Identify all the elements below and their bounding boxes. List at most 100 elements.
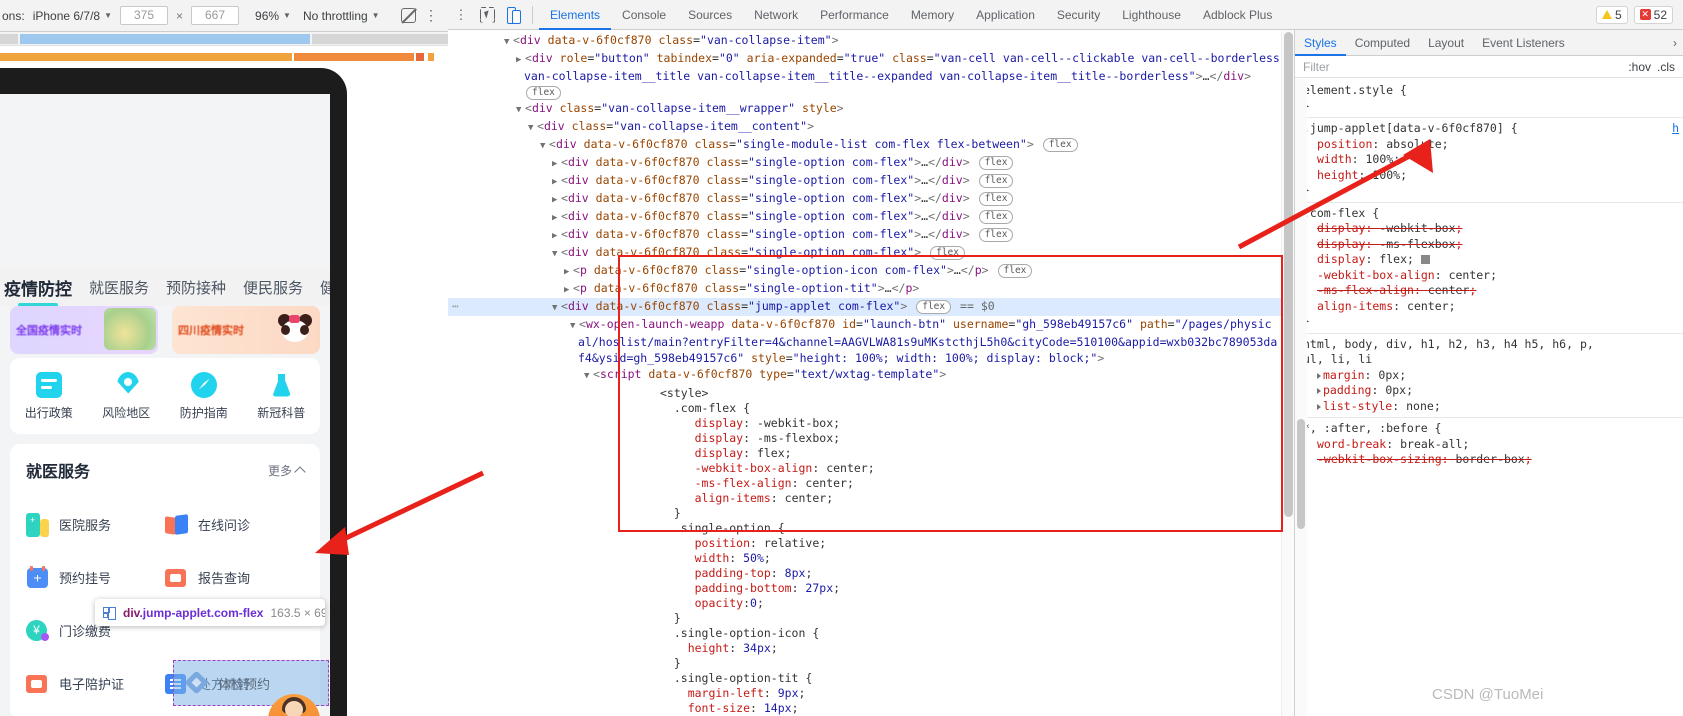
quick-link-covid-science[interactable]: 新冠科普 xyxy=(243,372,321,421)
scrollbar-thumb[interactable] xyxy=(1284,32,1293,517)
nav-tab-medical[interactable]: 就医服务 xyxy=(89,277,149,298)
styles-panel-scrollbar[interactable] xyxy=(1295,79,1307,716)
banner-national-epidemic[interactable]: 全国疫情实时 xyxy=(10,306,158,354)
error-counter[interactable]: ✕ 52 xyxy=(1633,5,1673,24)
dom-node[interactable]: ▶ <div data-v-6f0cf870 class="single-opti… xyxy=(448,154,1294,172)
dom-node[interactable]: ▶ <div data-v-6f0cf870 class="single-opti… xyxy=(448,226,1294,244)
dom-node[interactable]: ▼ <div data-v-6f0cf870 class="single-opti… xyxy=(448,244,1294,262)
dom-node[interactable]: ▶ <div data-v-6f0cf870 class="single-opti… xyxy=(448,172,1294,190)
flex-badge[interactable]: flex xyxy=(978,210,1014,224)
warning-counter[interactable]: 5 xyxy=(1595,5,1628,24)
device-toolbar-menu-icon[interactable]: ⋮ xyxy=(424,7,438,24)
expand-icon[interactable] xyxy=(1317,372,1321,379)
style-rule-element-style[interactable]: element.style { } xyxy=(1303,83,1683,114)
prop-value[interactable]: flex xyxy=(1379,252,1407,266)
nav-tab-health[interactable]: 健康 xyxy=(320,277,330,298)
throttling-select[interactable]: No throttling ▼ xyxy=(303,9,380,23)
prop-value[interactable]: 0px xyxy=(1378,368,1399,382)
prop-value[interactable]: center xyxy=(1449,268,1491,282)
tab-event-listeners[interactable]: Event Listeners xyxy=(1473,30,1574,56)
tab-console[interactable]: Console xyxy=(611,0,677,30)
dom-node[interactable]: ▼ <div data-v-6f0cf870 class="single-modu… xyxy=(448,136,1294,154)
tab-computed[interactable]: Computed xyxy=(1346,30,1419,56)
prop-value[interactable]: 100% xyxy=(1372,168,1400,182)
flex-badge[interactable]: flex xyxy=(916,300,952,314)
rotate-icon[interactable] xyxy=(400,7,417,24)
expand-icon[interactable] xyxy=(1317,388,1321,394)
tab-network[interactable]: Network xyxy=(743,0,809,30)
prop-name[interactable]: align-items xyxy=(1317,299,1393,313)
dom-node[interactable]: ▼ <div class="van-collapse-item__wrapper"… xyxy=(448,100,1294,118)
flex-badge[interactable]: flex xyxy=(978,228,1014,242)
prop-value[interactable]: 0px xyxy=(1385,383,1406,397)
dom-node[interactable]: ▼ <wx-open-launch-weapp data-v-6f0cf870 i… xyxy=(448,316,1294,334)
medical-card-more-button[interactable]: 更多 xyxy=(268,462,306,479)
prop-name[interactable]: padding xyxy=(1323,383,1371,397)
flex-badge[interactable]: flex xyxy=(930,246,965,260)
zoom-select[interactable]: 96% ▼ xyxy=(255,9,291,23)
banner-sichuan-epidemic[interactable]: 四川疫情实时 xyxy=(172,306,320,354)
device-width-input[interactable]: 375 xyxy=(120,6,168,25)
inspect-element-icon[interactable] xyxy=(476,4,498,26)
scrollbar-thumb[interactable] xyxy=(1297,419,1305,529)
styles-rules-list[interactable]: element.style { } .jump-applet[data-v-6f… xyxy=(1295,79,1683,716)
prop-value[interactable]: none xyxy=(1406,399,1434,413)
prop-name[interactable]: -webkit-box-align xyxy=(1317,268,1435,282)
hov-toggle[interactable]: :hov xyxy=(1628,60,1657,74)
prop-value[interactable]: absolute xyxy=(1386,137,1441,151)
tab-adblock-plus[interactable]: Adblock Plus xyxy=(1192,0,1283,30)
prop-value[interactable]: break-all xyxy=(1400,437,1462,451)
nav-tab-vaccine[interactable]: 预防接种 xyxy=(166,277,226,298)
dom-tree-panel[interactable]: ▼ <div data-v-6f0cf870 class="van-collaps… xyxy=(448,30,1294,716)
styles-filter-input[interactable]: Filter xyxy=(1303,60,1330,74)
cls-toggle[interactable]: .cls xyxy=(1657,60,1683,74)
dom-node[interactable]: ▼ <div data-v-6f0cf870 class="van-collaps… xyxy=(448,32,1294,50)
prop-name[interactable]: list-style xyxy=(1323,399,1392,413)
tab-elements[interactable]: Elements xyxy=(539,0,611,30)
prop-name[interactable]: height xyxy=(1317,168,1359,182)
flex-badge[interactable]: flex xyxy=(978,174,1014,188)
toggle-device-toolbar-icon[interactable] xyxy=(502,4,524,26)
quick-link-risk-area[interactable]: 风险地区 xyxy=(88,372,166,421)
service-appointment[interactable]: 预约挂号 xyxy=(26,551,165,604)
prop-name[interactable]: word-break xyxy=(1317,437,1386,451)
dom-node[interactable]: ▼ <div class="van-collapse-item__content"… xyxy=(448,118,1294,136)
dom-panel-scrollbar[interactable] xyxy=(1281,30,1294,716)
tab-layout[interactable]: Layout xyxy=(1419,30,1473,56)
prop-name[interactable]: margin xyxy=(1323,368,1365,382)
dom-node[interactable]: ▶ <div data-v-6f0cf870 class="single-opti… xyxy=(448,190,1294,208)
flex-badge[interactable]: flex xyxy=(997,264,1033,278)
dom-node[interactable]: ▶ <div role="button" tabindex="0" aria-ex… xyxy=(448,50,1294,68)
nav-tab-epidemic[interactable]: 疫情防控 xyxy=(4,275,72,306)
device-height-input[interactable]: 667 xyxy=(191,6,240,25)
tab-lighthouse[interactable]: Lighthouse xyxy=(1111,0,1192,30)
device-select[interactable]: iPhone 6/7/8 ▼ xyxy=(33,9,112,23)
chevron-right-icon[interactable]: › xyxy=(1673,36,1683,50)
service-report-query[interactable]: 报告查询 xyxy=(165,551,304,604)
prop-name[interactable]: display xyxy=(1317,252,1365,266)
nav-tab-convenience[interactable]: 便民服务 xyxy=(243,277,303,298)
tab-application[interactable]: Application xyxy=(965,0,1046,30)
service-hospital[interactable]: + 医院服务 xyxy=(26,498,165,551)
flex-badge[interactable]: flex xyxy=(526,86,561,100)
prop-name[interactable]: position xyxy=(1317,137,1372,151)
prop-value[interactable]: center xyxy=(1407,299,1449,313)
flex-badge[interactable]: flex xyxy=(1042,138,1078,152)
tab-security[interactable]: Security xyxy=(1046,0,1111,30)
tab-styles[interactable]: Styles xyxy=(1295,30,1346,56)
tab-memory[interactable]: Memory xyxy=(900,0,965,30)
style-rule-com-flex[interactable]: .com-flex { display: -webkit-box; displa… xyxy=(1303,206,1683,330)
prop-value[interactable]: 100% xyxy=(1365,152,1393,166)
more-vertical-icon[interactable]: ⋮ xyxy=(448,7,474,23)
style-rule-jump-applet[interactable]: .jump-applet[data-v-6f0cf870] {h positio… xyxy=(1303,121,1683,199)
dom-node-selected[interactable]: ⋯ ▼ <div data-v-6f0cf870 class="jump-apple… xyxy=(448,298,1294,316)
style-rule-reset[interactable]: html, body, div, h1, h2, h3, h4 h5, h6, … xyxy=(1303,337,1683,415)
tab-performance[interactable]: Performance xyxy=(809,0,900,30)
expand-icon[interactable] xyxy=(1317,403,1321,410)
tab-sources[interactable]: Sources xyxy=(677,0,743,30)
dom-node[interactable]: ▶ <div data-v-6f0cf870 class="single-opti… xyxy=(448,208,1294,226)
rule-source-link[interactable]: h xyxy=(1672,121,1679,137)
dom-node[interactable]: ▶ <p data-v-6f0cf870 class="single-option… xyxy=(448,280,1294,298)
service-escort-card[interactable]: 电子陪护证 xyxy=(26,657,165,710)
flex-badge[interactable]: flex xyxy=(978,156,1014,170)
